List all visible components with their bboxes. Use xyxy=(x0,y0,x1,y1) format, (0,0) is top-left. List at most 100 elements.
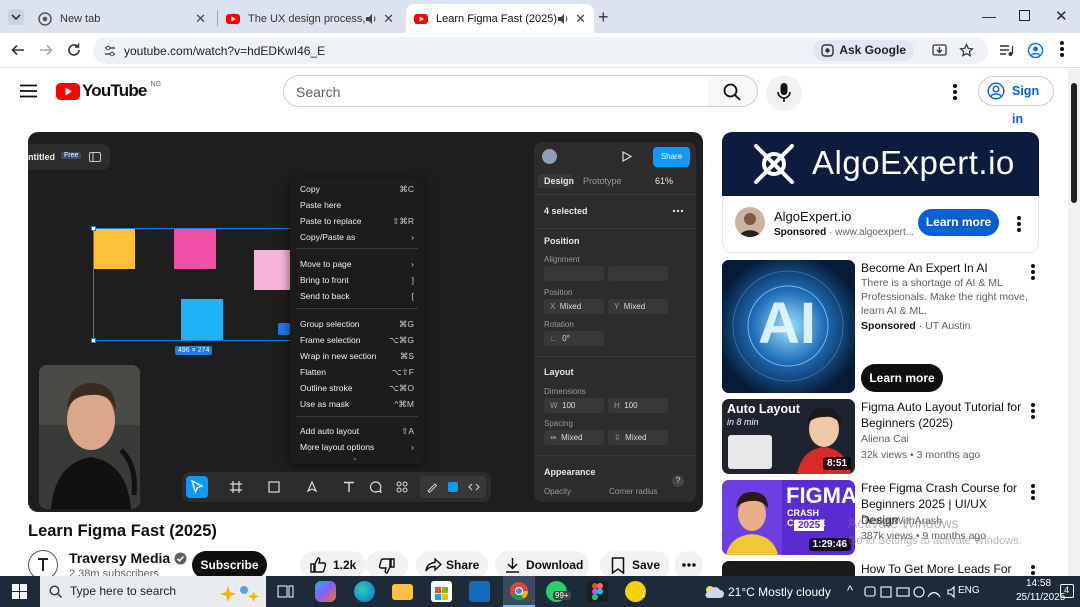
microsoft-store-icon[interactable] xyxy=(431,581,452,602)
close-tab-icon[interactable]: ✕ xyxy=(383,11,394,27)
actions-tool-icon[interactable] xyxy=(396,481,408,493)
frame-tool-icon[interactable] xyxy=(230,481,242,493)
play-prototype-icon[interactable] xyxy=(622,151,632,162)
vertical-align-group[interactable] xyxy=(608,266,668,281)
tab-learn-figma[interactable]: Learn Figma Fast (2025) - Yo ✕ xyxy=(406,4,594,33)
ad-learn-more-button[interactable]: Learn more xyxy=(918,209,999,236)
search-input[interactable]: Search xyxy=(283,75,709,107)
media-control-icon[interactable] xyxy=(998,43,1014,59)
file-explorer-icon[interactable] xyxy=(392,584,413,600)
vertical-spacing-field[interactable]: ⇳ Mixed xyxy=(608,430,668,445)
show-hidden-icons-icon[interactable]: ^ xyxy=(847,583,853,598)
menu-item-bring-to-front[interactable]: Bring to front] xyxy=(300,275,414,285)
taskbar-search-input[interactable]: Type here to search xyxy=(40,576,266,607)
new-tab-button[interactable]: + xyxy=(598,7,609,28)
search-button[interactable] xyxy=(708,75,758,107)
windows-start-icon[interactable] xyxy=(12,584,27,599)
dev-mode-icon[interactable] xyxy=(468,481,480,493)
subscribe-button[interactable]: Subscribe xyxy=(192,551,267,579)
like-button[interactable]: 1.2k xyxy=(300,551,366,579)
draw-mode-icon[interactable] xyxy=(426,481,438,493)
rec-title[interactable]: Become An Expert In AI xyxy=(861,260,1021,276)
menu-item-copy-paste-as[interactable]: Copy/Paste as › xyxy=(300,232,414,242)
tab-prototype[interactable]: Prototype xyxy=(583,176,622,186)
close-window-button[interactable]: ✕ xyxy=(1055,7,1068,25)
menu-item-copy[interactable]: Copy ⌘C xyxy=(300,184,414,194)
menu-item-frame-selection[interactable]: Frame selection ⌥⌘G xyxy=(300,335,414,345)
menu-item-outline-stroke[interactable]: Outline stroke ⌥⌘O xyxy=(300,383,414,393)
auto-layout-suggest-icon[interactable] xyxy=(278,323,290,335)
restore-button[interactable] xyxy=(1019,10,1030,21)
voice-search-button[interactable] xyxy=(766,75,802,111)
share-button[interactable]: Share xyxy=(653,147,690,167)
mode-switcher[interactable] xyxy=(420,476,486,498)
video-player[interactable]: ntitled Free 496 × 274 Copy ⌘C Paste here… xyxy=(28,132,703,512)
tray-icons[interactable] xyxy=(864,585,964,599)
more-actions-button[interactable] xyxy=(674,551,703,579)
menu-item-move-to-page[interactable]: Move to page › xyxy=(300,259,414,269)
rectangle-tool-icon[interactable] xyxy=(268,481,280,493)
tab-new-tab[interactable]: New tab ✕ xyxy=(30,4,214,33)
text-tool-icon[interactable] xyxy=(343,481,355,493)
clock-date[interactable]: 25/11/2025 xyxy=(1016,592,1065,603)
horizontal-align-group[interactable] xyxy=(544,266,604,281)
x-position-field[interactable]: X Mixed xyxy=(544,299,604,314)
figma-app-icon[interactable] xyxy=(587,581,608,602)
youtube-logo[interactable]: YouTube NG xyxy=(56,81,161,101)
bookmark-star-icon[interactable] xyxy=(959,43,974,58)
reload-button[interactable] xyxy=(66,42,82,58)
comment-tool-icon[interactable] xyxy=(369,481,382,493)
design-mode-icon[interactable] xyxy=(447,481,459,493)
site-settings-icon[interactable] xyxy=(103,44,117,58)
more-options-icon[interactable] xyxy=(672,209,684,213)
minimize-button[interactable]: — xyxy=(982,8,996,24)
height-field[interactable]: H 100 xyxy=(608,398,668,413)
rec-title[interactable]: Figma Auto Layout Tutorial for Beginners… xyxy=(861,399,1026,431)
chrome-taskbar-button[interactable] xyxy=(503,576,535,607)
menu-item-add-auto-layout[interactable]: Add auto layout ⇧A xyxy=(300,426,414,436)
horizontal-spacing-field[interactable]: ⇹ Mixed xyxy=(544,430,604,445)
resize-handle[interactable] xyxy=(91,226,96,231)
pen-tool-icon[interactable] xyxy=(306,481,318,493)
resize-handle[interactable] xyxy=(91,338,96,343)
zoom-level[interactable]: 61% xyxy=(655,176,673,186)
avatar[interactable] xyxy=(542,149,557,164)
edge-browser-icon[interactable] xyxy=(354,581,375,602)
advertiser-name[interactable]: AlgoExpert.io xyxy=(774,209,851,224)
menu-item-flatten[interactable]: Flatten ⌥⇧F xyxy=(300,367,414,377)
rec-thumbnail[interactable]: Auto Layout in 8 min 8:51 xyxy=(722,399,855,474)
menu-item-use-as-mask[interactable]: Use as mask ^⌘M xyxy=(300,399,414,409)
notification-center-button[interactable]: 4 xyxy=(1060,584,1074,598)
tab-search-button[interactable] xyxy=(8,9,24,25)
rotation-field[interactable]: ∟ 0° xyxy=(544,331,604,346)
page-scrollbar[interactable] xyxy=(1068,69,1080,576)
ai-ad-thumbnail[interactable]: AI xyxy=(722,260,855,393)
install-app-icon[interactable] xyxy=(932,43,947,58)
rec-thumbnail[interactable]: FIGMA CRASH COURSE 2025 1:29:46 xyxy=(722,480,855,555)
speaker-icon[interactable] xyxy=(557,13,569,25)
address-bar[interactable]: youtube.com/watch?v=hdEDKwI46_E Ask Goog… xyxy=(93,37,988,64)
rec-learn-more-button[interactable]: Learn more xyxy=(861,364,943,392)
back-button[interactable] xyxy=(10,42,26,58)
scrollbar-thumb[interactable] xyxy=(1071,83,1077,203)
advertiser-avatar[interactable] xyxy=(735,207,765,237)
menu-item-paste-here[interactable]: Paste here xyxy=(300,200,414,210)
hamburger-menu-icon[interactable] xyxy=(20,84,37,98)
outlook-icon[interactable] xyxy=(469,581,490,602)
clock-time[interactable]: 14:58 xyxy=(1026,578,1051,589)
save-button[interactable]: Save xyxy=(600,551,670,579)
speaker-icon[interactable] xyxy=(365,13,377,25)
close-tab-icon[interactable]: ✕ xyxy=(575,11,586,27)
weather-cloud-icon[interactable] xyxy=(702,582,724,600)
menu-item-wrap-in-section[interactable]: Wrap in new section ⌘S xyxy=(300,351,414,361)
language-indicator[interactable]: ENG xyxy=(958,585,980,596)
rec-thumbnail[interactable] xyxy=(722,561,855,576)
profile-icon[interactable] xyxy=(1027,42,1044,59)
move-tool-button[interactable] xyxy=(186,476,208,498)
download-button[interactable]: Download xyxy=(495,551,589,579)
channel-name[interactable]: Traversy Media xyxy=(69,550,187,566)
help-button[interactable]: ? xyxy=(672,475,684,487)
sign-in-button[interactable]: Sign in xyxy=(978,76,1054,126)
menu-scroll-down-icon[interactable]: ⌄ xyxy=(352,454,358,462)
copilot-icon[interactable] xyxy=(315,581,336,602)
